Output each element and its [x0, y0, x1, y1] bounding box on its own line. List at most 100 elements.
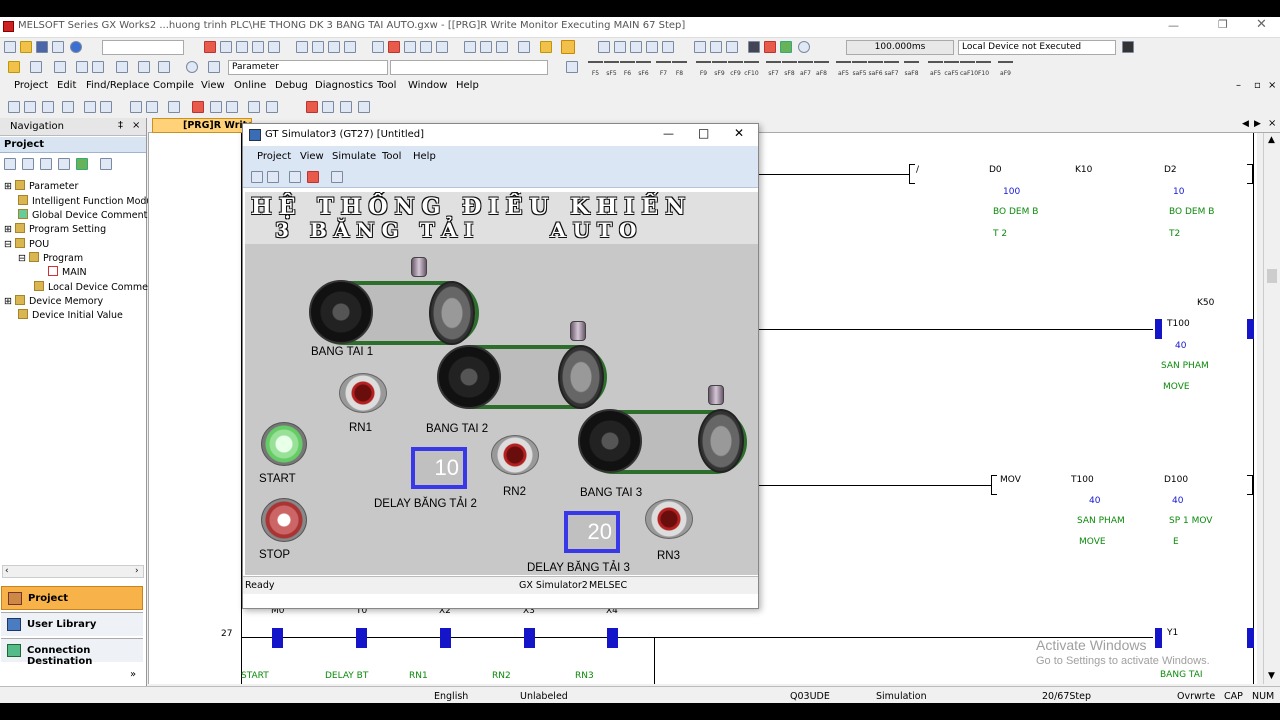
tool-r-icon[interactable] — [358, 101, 370, 113]
menu-view[interactable]: View — [201, 80, 225, 91]
ladder-symbol-sf5-button[interactable]: sF5 — [604, 61, 619, 77]
library-icon[interactable] — [208, 61, 220, 73]
online-write-icon[interactable] — [464, 41, 476, 53]
menu-compile[interactable]: Compile — [153, 80, 194, 91]
nav-close-icon[interactable]: × — [132, 120, 140, 131]
gt-close-icon[interactable]: ✕ — [734, 126, 744, 140]
verify-icon[interactable] — [344, 41, 356, 53]
sfc-icon[interactable] — [92, 61, 104, 73]
nav-tool-3-icon[interactable] — [40, 158, 52, 170]
tab-next-icon[interactable]: ▶ — [1254, 119, 1261, 129]
tool-n-icon[interactable] — [266, 101, 278, 113]
maximize-icon[interactable]: ❐ — [1218, 18, 1228, 31]
tab-close-icon[interactable]: × — [1268, 118, 1276, 129]
menu-online[interactable]: Online — [234, 80, 266, 91]
redo-icon[interactable] — [268, 41, 280, 53]
ladder-symbol-cf9-button[interactable]: cF9 — [728, 61, 743, 77]
minimize-icon[interactable]: — — [1168, 19, 1179, 32]
toolbar-combo-1[interactable] — [102, 40, 184, 55]
ladder-symbol-sf6-button[interactable]: sF6 — [636, 61, 651, 77]
label-icon[interactable] — [138, 61, 150, 73]
ladder-symbol-sf7-button[interactable]: sF7 — [766, 61, 781, 77]
ladder-symbol-caf10-button[interactable]: caF10 — [960, 61, 978, 77]
gt-record-icon[interactable] — [307, 171, 319, 183]
print-icon[interactable] — [52, 41, 64, 53]
close-icon[interactable]: ✕ — [1256, 17, 1267, 32]
delay-2-display[interactable]: 10 — [411, 447, 467, 489]
menu-debug[interactable]: Debug — [275, 80, 308, 91]
tab-prg-main[interactable]: [PRG]R Write — [152, 118, 252, 133]
replace-icon[interactable] — [404, 41, 416, 53]
pin-icon[interactable]: ‡ — [118, 120, 123, 131]
ladder-symbol-f7-button[interactable]: F7 — [656, 61, 671, 77]
copy-icon[interactable] — [220, 41, 232, 53]
find-icon[interactable] — [388, 41, 400, 53]
parameter-combo[interactable]: Parameter — [228, 60, 388, 75]
gt-search-icon[interactable] — [331, 171, 343, 183]
tree-item-program[interactable]: ⊟ Program — [18, 252, 83, 264]
contact-m0[interactable] — [272, 628, 283, 648]
ladder-symbol-af5-button[interactable]: aF5 — [928, 61, 943, 77]
menu-tool[interactable]: Tool — [377, 80, 396, 91]
cross-ref-icon[interactable] — [420, 41, 432, 53]
gt-minimize-icon[interactable]: — — [663, 127, 674, 140]
toggle-icon[interactable] — [662, 41, 674, 53]
stop-run-icon[interactable] — [780, 41, 792, 53]
ladder-icon[interactable] — [76, 61, 88, 73]
read-icon[interactable] — [328, 41, 340, 53]
undo-icon[interactable] — [252, 41, 264, 53]
nav-tab-user-library[interactable]: User Library — [1, 612, 143, 636]
ladder-symbol-f8-button[interactable]: F8 — [672, 61, 687, 77]
mdi-close-icon[interactable]: × — [1268, 80, 1276, 91]
tool-l-icon[interactable] — [226, 101, 238, 113]
nav-more-icon[interactable]: » — [130, 669, 136, 680]
tool-c-icon[interactable] — [42, 101, 54, 113]
new-icon[interactable] — [4, 41, 16, 53]
tool-p-icon[interactable] — [322, 101, 334, 113]
ladder-symbol-cf10-button[interactable]: cF10 — [744, 61, 759, 77]
scroll-thumb[interactable] — [1267, 269, 1277, 283]
ladder-symbol-sf8-button[interactable]: sF8 — [782, 61, 797, 77]
tool-k-icon[interactable] — [210, 101, 222, 113]
tool-m-icon[interactable] — [248, 101, 260, 113]
project-view-icon[interactable] — [8, 61, 20, 73]
tree-item-program-setting[interactable]: ⊞ Program Setting — [4, 223, 106, 235]
gt-redo-icon[interactable] — [267, 171, 279, 183]
contact-x2-nc[interactable] — [440, 628, 451, 648]
device-status-combo[interactable]: Local Device not Executed — [958, 40, 1116, 55]
gt-maximize-icon[interactable]: □ — [698, 126, 709, 140]
tree-item-intelligent[interactable]: Intelligent Function Modu — [18, 195, 152, 207]
ladder-symbol-f9-button[interactable]: F9 — [696, 61, 711, 77]
open-icon[interactable] — [20, 41, 32, 53]
gt-menu-simulate[interactable]: Simulate — [332, 151, 376, 162]
tool-e-icon[interactable] — [84, 101, 96, 113]
ladder-symbol-saf7-button[interactable]: saF7 — [884, 61, 899, 77]
mdi-minimize-icon[interactable]: – — [1236, 80, 1241, 91]
gt-menu-help[interactable]: Help — [413, 151, 436, 162]
entry-icon[interactable] — [646, 41, 658, 53]
scroll-up-icon[interactable]: ▲ — [1268, 135, 1275, 145]
nav-hscroll[interactable]: ‹ › — [2, 565, 144, 578]
nav-tab-connection[interactable]: Connection Destination — [1, 638, 143, 667]
tool-h-icon[interactable] — [146, 101, 158, 113]
tab-prev-icon[interactable]: ◀ — [1242, 119, 1249, 129]
tool-f-icon[interactable] — [100, 101, 112, 113]
menu-edit[interactable]: Edit — [57, 80, 76, 91]
menu-window[interactable]: Window — [408, 80, 447, 91]
gt-menu-view[interactable]: View — [300, 151, 324, 162]
tool-q-icon[interactable] — [340, 101, 352, 113]
tool-b-icon[interactable] — [24, 101, 36, 113]
nav-tab-project[interactable]: Project — [1, 586, 143, 610]
plc-status-icon[interactable] — [798, 41, 810, 53]
delay-3-display[interactable]: 20 — [564, 511, 620, 553]
online-verify-icon[interactable] — [496, 41, 508, 53]
tool-j-icon[interactable] — [192, 101, 204, 113]
register-icon[interactable] — [630, 41, 642, 53]
help-icon[interactable] — [70, 41, 82, 53]
ladder-symbol-f5-button[interactable]: F5 — [588, 61, 603, 77]
st-icon[interactable] — [116, 61, 128, 73]
simulation-icon[interactable] — [561, 40, 575, 54]
gt-menu-project[interactable]: Project — [257, 151, 291, 162]
search-help-icon[interactable] — [186, 61, 198, 73]
monitor-icon[interactable] — [296, 41, 308, 53]
